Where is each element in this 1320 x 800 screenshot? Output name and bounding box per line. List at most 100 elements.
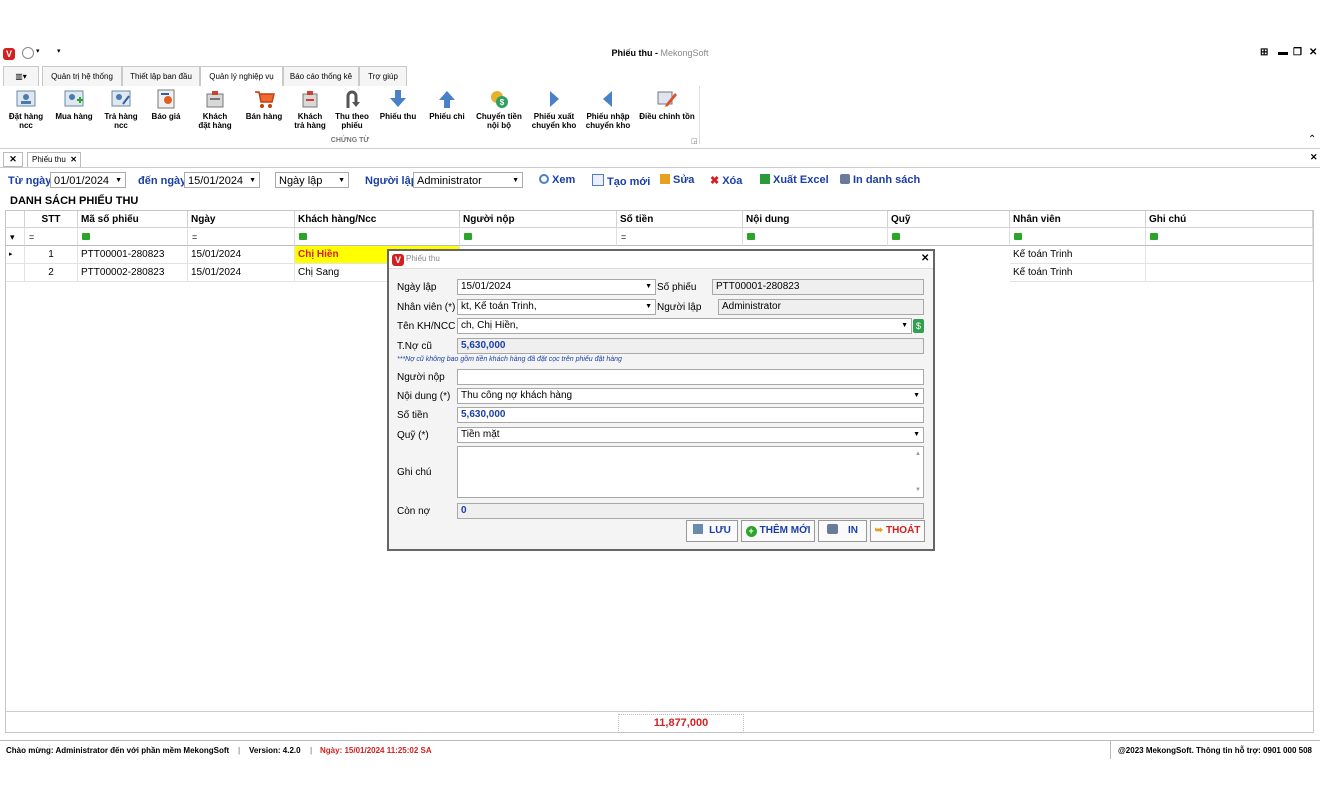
ribbon-button-supplier-return[interactable]: Trả hàng ncc xyxy=(100,88,142,130)
ribbon-button-customer-order[interactable]: Khách đặt hàng xyxy=(192,88,238,130)
close-button[interactable]: ✕ xyxy=(1309,47,1317,58)
creator-select[interactable]: Administrator ▼ xyxy=(413,172,523,188)
col-header-content[interactable]: Nội dung xyxy=(743,211,888,228)
tab-business-management[interactable]: Quản lý nghiệp vụ xyxy=(200,66,283,87)
close-tab-icon[interactable]: ✕ xyxy=(70,153,77,166)
add-new-button[interactable]: + THÊM MỚI xyxy=(741,520,815,542)
table-cell-note[interactable] xyxy=(1146,246,1313,264)
scroll-down-icon[interactable]: ▼ xyxy=(915,483,921,497)
table-cell-date[interactable]: 15/01/2024 xyxy=(188,264,295,282)
col-header-note[interactable]: Ghi chú xyxy=(1146,211,1313,228)
ribbon: Đặt hàng ncc Mua hàng Trả hàng ncc Báo giá… xyxy=(0,86,1320,149)
ribbon-divider xyxy=(699,86,700,144)
filter-cell-fund[interactable] xyxy=(888,228,1010,246)
debt-note: ***Nợ cũ không bao gồm tiền khách hàng đ… xyxy=(397,356,622,363)
ribbon-button-transfer-out[interactable]: Phiếu xuất chuyển kho xyxy=(528,88,580,130)
filter-cell-content[interactable] xyxy=(743,228,888,246)
table-cell-stt[interactable]: 1 xyxy=(25,246,78,264)
filter-cell-staff[interactable] xyxy=(1010,228,1146,246)
amount-input[interactable]: 5,630,000 xyxy=(457,407,924,423)
col-header-code[interactable]: Mã số phiếu xyxy=(78,211,188,228)
fund-select[interactable]: Tiền mặt ▼ xyxy=(457,427,924,443)
create-button[interactable]: Tạo mới xyxy=(592,174,650,188)
ribbon-button-stock-adjust[interactable]: Điều chỉnh tồn xyxy=(636,88,698,121)
ribbon-button-receipt[interactable]: Phiếu thu xyxy=(376,88,420,121)
tab-help[interactable]: Trợ giúp xyxy=(359,66,407,86)
restore-icon[interactable]: ⊞ xyxy=(1260,47,1268,58)
row-indicator-icon[interactable]: ▸ xyxy=(6,246,25,264)
ribbon-button-transfer-in[interactable]: Phiếu nhập chuyển kho xyxy=(582,88,634,130)
minimize-button[interactable]: ▬ xyxy=(1278,47,1288,58)
print-button[interactable]: IN xyxy=(818,520,867,542)
tab-system-admin[interactable]: Quản trị hệ thống xyxy=(42,66,122,86)
exit-button[interactable]: ➥ THOÁT xyxy=(870,520,925,542)
filter-cell-amount[interactable]: = xyxy=(617,228,743,246)
filter-cell-customer[interactable] xyxy=(295,228,460,246)
filter-cell-stt[interactable]: = xyxy=(25,228,78,246)
col-header-payer[interactable]: Người nộp xyxy=(460,211,617,228)
date-field[interactable]: 15/01/2024 ▼ xyxy=(457,279,656,295)
tab-reports[interactable]: Báo cáo thống kê xyxy=(283,66,359,86)
app-menu-button[interactable]: ▥▾ xyxy=(3,66,39,86)
print-list-button[interactable]: In danh sách xyxy=(840,174,920,186)
ribbon-button-sale[interactable]: Bán hàng xyxy=(242,88,286,121)
date-type-select[interactable]: Ngày lập ▼ xyxy=(275,172,349,188)
row-indicator[interactable] xyxy=(6,264,25,282)
remaining-field[interactable]: 0 xyxy=(457,503,924,519)
col-header-fund[interactable]: Quỹ xyxy=(888,211,1010,228)
maximize-button[interactable]: ❐ xyxy=(1293,47,1302,58)
table-cell-code[interactable]: PTT00001-280823 xyxy=(78,246,188,264)
memo-textarea[interactable]: ▲ ▼ xyxy=(457,446,924,498)
payer-input[interactable] xyxy=(457,369,924,385)
col-header-customer[interactable]: Khách hàng/Ncc xyxy=(295,211,460,228)
title-bar: V ▾ ▾ Phiếu thu - MekongSoft ⊞ ▬ ❐ ✕ xyxy=(0,42,1320,66)
table-cell-date[interactable]: 15/01/2024 xyxy=(188,246,295,264)
filter-cell-date[interactable]: = xyxy=(188,228,295,246)
save-button[interactable]: LƯU xyxy=(686,520,738,542)
filter-cell-payer[interactable] xyxy=(460,228,617,246)
ribbon-button-supplier-order[interactable]: Đặt hàng ncc xyxy=(4,88,48,130)
old-debt-field[interactable]: 5,630,000 xyxy=(457,338,924,354)
col-header-staff[interactable]: Nhân viên xyxy=(1010,211,1146,228)
staff-select[interactable]: kt, Kế toán Trinh, ▼ xyxy=(457,299,656,315)
doc-tab-receipt[interactable]: Phiếu thu ✕ xyxy=(27,152,81,167)
delete-button[interactable]: ✖ Xóa xyxy=(710,174,742,187)
table-cell-staff[interactable]: Kế toán Trinh xyxy=(1010,246,1146,264)
to-date-picker[interactable]: 15/01/2024 ▼ xyxy=(184,172,260,188)
ribbon-button-payment[interactable]: Phiếu chi xyxy=(425,88,469,121)
table-cell-code[interactable]: PTT00002-280823 xyxy=(78,264,188,282)
ribbon-button-internal-transfer[interactable]: $ Chuyển tiền nội bộ xyxy=(474,88,524,130)
col-header-date[interactable]: Ngày xyxy=(188,211,295,228)
refresh-icon[interactable]: $ xyxy=(913,319,924,333)
edit-button[interactable]: Sửa xyxy=(660,174,694,186)
voucher-no-field[interactable]: PTT00001-280823 xyxy=(712,279,924,295)
customer-select[interactable]: ch, Chị Hiền, ▼ xyxy=(457,318,912,334)
dialog-close-icon[interactable]: ✕ xyxy=(921,253,929,264)
chevron-down-icon: ▼ xyxy=(338,177,345,184)
col-header-stt[interactable]: STT xyxy=(25,211,78,228)
tab-initial-setup[interactable]: Thiết lập ban đầu xyxy=(122,66,200,86)
table-cell-stt[interactable]: 2 xyxy=(25,264,78,282)
new-doc-icon xyxy=(592,174,604,186)
ribbon-button-purchase[interactable]: Mua hàng xyxy=(50,88,98,121)
scroll-up-icon[interactable]: ▲ xyxy=(915,447,921,461)
collapse-ribbon-icon[interactable]: ⌃ xyxy=(1308,134,1316,145)
close-panel-icon[interactable]: ✕ xyxy=(1310,152,1318,163)
from-date-picker[interactable]: 01/01/2024 ▼ xyxy=(50,172,126,188)
table-cell-note[interactable] xyxy=(1146,264,1313,282)
ribbon-button-collect-by-voucher[interactable]: Thu theo phiếu xyxy=(332,88,372,130)
group-expand-icon[interactable]: ◲ xyxy=(691,137,698,145)
filter-cell-note[interactable] xyxy=(1146,228,1313,246)
table-cell-staff[interactable]: Kế toán Trinh xyxy=(1010,264,1146,282)
dialog-title: Phiếu thu xyxy=(406,254,440,263)
ribbon-button-quote[interactable]: Báo giá xyxy=(146,88,186,121)
col-header-amount[interactable]: Số tiền xyxy=(617,211,743,228)
view-button[interactable]: Xem xyxy=(539,174,575,186)
creator-field[interactable]: Administrator xyxy=(718,299,924,315)
filter-cell-code[interactable] xyxy=(78,228,188,246)
ribbon-button-customer-return[interactable]: Khách trả hàng xyxy=(288,88,332,130)
content-select[interactable]: Thu công nợ khách hàng ▼ xyxy=(457,388,924,404)
filter-row-icon[interactable]: ▾ xyxy=(6,228,25,246)
export-excel-button[interactable]: Xuất Excel xyxy=(760,174,829,186)
close-all-icon[interactable]: ✕ xyxy=(3,152,23,167)
